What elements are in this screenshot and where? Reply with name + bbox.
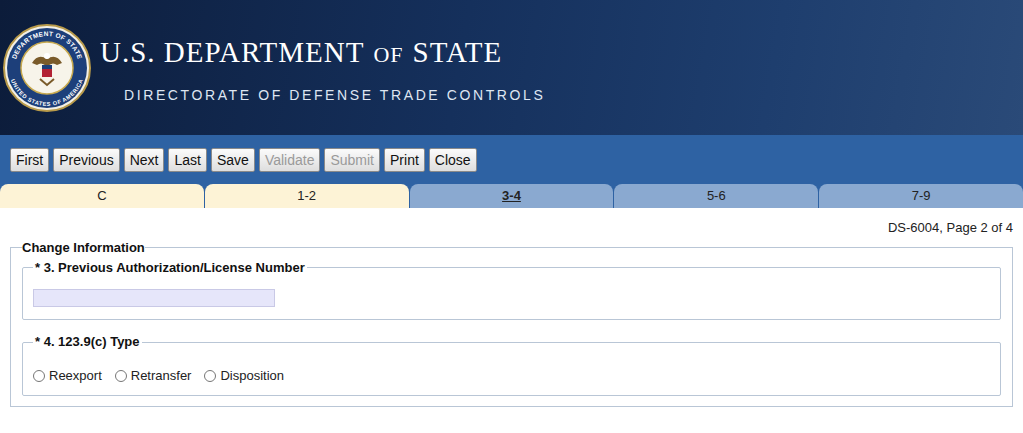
radio-button[interactable]	[115, 370, 127, 382]
toolbar-button[interactable]: Last	[168, 148, 206, 172]
toolbar-button[interactable]: Previous	[53, 148, 119, 172]
radio-option[interactable]: Disposition	[204, 366, 284, 386]
radio-group: Reexport Retransfer Disposition	[33, 366, 990, 386]
radio-button[interactable]	[204, 370, 216, 382]
change-information-section: Change Information* 3. Previous Authoriz…	[10, 238, 1013, 407]
toolbar-button[interactable]: Next	[124, 148, 165, 172]
license-number-input[interactable]	[33, 289, 275, 307]
svg-text:UNITED STATES OF AMERICA: UNITED STATES OF AMERICA	[10, 78, 84, 107]
title-part: STATE	[413, 31, 503, 75]
toolbar-button[interactable]: Close	[429, 148, 477, 172]
radio-option[interactable]: Reexport	[33, 366, 102, 386]
site-header: DEPARTMENT OF STATE UNITED STATES OF AMER…	[0, 0, 1023, 135]
page-label: DS-6004, Page 2 of 4	[10, 208, 1013, 236]
title-part: U.S. DEPARTMENT	[100, 31, 364, 75]
app: DEPARTMENT OF STATE UNITED STATES OF AMER…	[0, 0, 1023, 433]
field-label: * 3. Previous Authorization/License Numb…	[33, 258, 307, 278]
radio-button[interactable]	[33, 370, 45, 382]
toolbar-button[interactable]: First	[10, 148, 49, 172]
state-seal-icon: DEPARTMENT OF STATE UNITED STATES OF AMER…	[2, 23, 92, 113]
radio-option[interactable]: Retransfer	[115, 366, 192, 386]
nav-band: FirstPreviousNextLastSaveValidateSubmitP…	[0, 135, 1023, 208]
tab-strip: C1-23-45-67-9	[0, 184, 1023, 208]
field-group: * 3. Previous Authorization/License Numb…	[22, 258, 1001, 321]
site-subtitle: DIRECTORATE OF DEFENSE TRADE CONTROLS	[100, 85, 545, 106]
field-label: * 4. 123.9(c) Type	[33, 332, 142, 352]
field-group: * 4. 123.9(c) Type Reexport Retransfer Disp…	[22, 332, 1001, 396]
page-tab[interactable]: 7-9	[819, 184, 1023, 208]
toolbar-button: Submit	[324, 148, 380, 172]
toolbar-button[interactable]: Print	[384, 148, 425, 172]
site-title: U.S. DEPARTMENT OF STATE	[100, 31, 545, 75]
section-legend: Change Information	[22, 238, 145, 258]
form-area: DS-6004, Page 2 of 4Change Information* …	[0, 208, 1023, 407]
title-part: OF	[373, 38, 403, 71]
toolbar-button: Validate	[259, 148, 321, 172]
page-tab[interactable]: 1-2	[205, 184, 409, 208]
page-tab[interactable]: 3-4	[410, 184, 614, 208]
page-tab[interactable]: 5-6	[614, 184, 818, 208]
toolbar: FirstPreviousNextLastSaveValidateSubmitP…	[0, 135, 1023, 184]
page-tab[interactable]: C	[0, 184, 204, 208]
svg-text:DEPARTMENT OF STATE: DEPARTMENT OF STATE	[10, 29, 83, 59]
toolbar-button[interactable]: Save	[211, 148, 255, 172]
